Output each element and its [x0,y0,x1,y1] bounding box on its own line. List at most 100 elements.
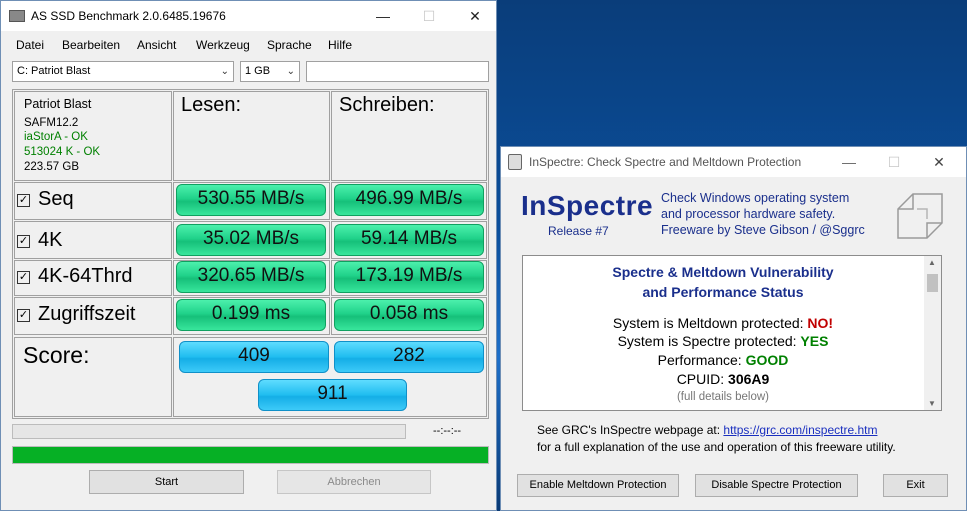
description-line-1: Check Windows operating system [661,191,850,205]
window-title: AS SSD Benchmark 2.0.6485.19676 [31,9,226,23]
menu-werkzeug[interactable]: Werkzeug [196,38,250,52]
checkbox-checked-icon[interactable]: ✓ [17,235,30,248]
footer-line-1: See GRC's InSpectre webpage at: https://… [537,423,877,437]
drive-driver: iaStorA - OK [24,131,88,143]
minimize-button[interactable]: — [360,1,406,31]
cpuid-line: CPUID: 306A9 [523,371,923,387]
checkbox-checked-icon[interactable]: ✓ [17,309,30,322]
score-label: Score: [23,342,90,368]
4k-checkbox-row[interactable]: ✓ 4K [17,229,62,252]
description-line-3: Freeware by Steve Gibson / @Sggrc [661,223,865,237]
spectre-value: YES [800,333,829,349]
access-write-result: 0.058 ms [334,299,484,331]
maximize-button[interactable]: ☐ [871,147,917,177]
size-select[interactable]: 1 GB ⌄ [240,61,300,82]
checkbox-checked-icon[interactable]: ✓ [17,271,30,284]
menu-datei[interactable]: Datei [16,38,44,52]
cpuid-value: 306A9 [728,371,770,387]
disable-spectre-button[interactable]: Disable Spectre Protection [695,474,858,497]
scroll-down-icon[interactable]: ▼ [928,399,936,408]
size-select-value: 1 GB [245,65,271,77]
inspectre-window: InSpectre: Check Spectre and Meltdown Pr… [500,146,967,511]
menu-hilfe[interactable]: Hilfe [328,38,352,52]
inspectre-title: InSpectre: Check Spectre and Meltdown Pr… [529,155,802,169]
cpuid-label: CPUID: [676,371,725,387]
row-label: Zugriffszeit [38,303,136,325]
scrollbar-thumb[interactable] [927,274,938,292]
as-ssd-titlebar: AS SSD Benchmark 2.0.6485.19676 — ☐ ✕ [1,1,496,31]
write-header-cell: Schreiben: [331,91,487,181]
exit-button[interactable]: Exit [883,474,948,497]
close-button[interactable]: ✕ [452,1,498,31]
chevron-down-icon: ⌄ [220,66,229,77]
4k-read-result: 35.02 MB/s [176,224,326,256]
checkbox-checked-icon[interactable]: ✓ [17,194,30,207]
access-checkbox-row[interactable]: ✓ Zugriffszeit [17,303,135,326]
as-ssd-window: AS SSD Benchmark 2.0.6485.19676 — ☐ ✕ Da… [0,0,497,511]
chevron-down-icon: ⌄ [286,66,295,77]
score-write: 282 [334,341,484,373]
drive-info-cell: Patriot Blast SAFM12.2 iaStorA - OK 5130… [14,91,172,181]
status-heading-2: and Performance Status [642,284,804,300]
panel-scrollbar[interactable]: ▲ ▼ [924,256,941,410]
grc-link[interactable]: https://grc.com/inspectre.htm [723,423,877,437]
menu-ansicht[interactable]: Ansicht [137,38,176,52]
footer-prefix: See GRC's InSpectre webpage at: [537,423,721,437]
extra-input[interactable] [306,61,489,82]
release-label: Release #7 [548,224,609,238]
read-column-header: Lesen: [181,94,242,116]
meltdown-label: System is Meltdown protected: [612,315,804,331]
maximize-button[interactable]: ☐ [406,1,452,31]
drive-firmware: SAFM12.2 [24,117,79,129]
write-column-header: Schreiben: [339,94,435,116]
4k64-write-result: 173.19 MB/s [334,261,484,293]
inspectre-logo: InSpectre [521,190,654,221]
inspectre-app-icon [508,154,522,170]
abort-button[interactable]: Abbrechen [277,470,431,494]
seq-checkbox-row[interactable]: ✓ Seq [17,188,74,211]
drive-select[interactable]: C: Patriot Blast ⌄ [12,61,234,82]
seq-write-result: 496.99 MB/s [334,184,484,216]
status-panel: Spectre & Meltdown Vulnerability and Per… [522,255,942,411]
sub-progress-bar [12,424,406,439]
row-label: 4K [38,229,63,251]
performance-status-line: Performance: GOOD [523,352,923,368]
spectre-label: System is Spectre protected: [617,333,797,349]
meltdown-status-line: System is Meltdown protected: NO! [523,315,923,331]
inspectre-titlebar: InSpectre: Check Spectre and Meltdown Pr… [501,147,966,177]
app-icon [9,10,25,22]
start-button[interactable]: Start [89,470,244,494]
drive-select-value: C: Patriot Blast [17,65,91,77]
description-line-2: and processor hardware safety. [661,207,836,221]
performance-label: Performance: [657,352,742,368]
enable-meltdown-button[interactable]: Enable Meltdown Protection [517,474,679,497]
row-label: 4K-64Thrd [38,265,133,287]
score-total: 911 [258,379,407,411]
progress-fill [13,447,488,463]
4k64-checkbox-row[interactable]: ✓ 4K-64Thrd [17,265,133,288]
4k-write-result: 59.14 MB/s [334,224,484,256]
footer-line-2: for a full explanation of the use and op… [537,440,896,454]
score-label-cell: Score: [14,337,172,417]
row-label: Seq [38,188,74,210]
main-progress-bar [12,446,489,464]
minimize-button[interactable]: — [826,147,872,177]
seq-read-result: 530.55 MB/s [176,184,326,216]
details-hint: (full details below) [676,391,770,403]
scroll-up-icon[interactable]: ▲ [928,258,936,267]
grc-logo-icon [897,193,943,239]
read-header-cell: Lesen: [173,91,330,181]
status-heading-1: Spectre & Meltdown Vulnerability [612,264,834,280]
time-display: --:--:-- [433,425,462,437]
drive-name: Patriot Blast [24,97,92,111]
score-read: 409 [179,341,329,373]
performance-value: GOOD [745,352,789,368]
menu-sprache[interactable]: Sprache [267,38,312,52]
spectre-status-line: System is Spectre protected: YES [523,333,923,349]
drive-alignment: 513024 K - OK [24,146,101,158]
meltdown-value: NO! [807,315,834,331]
access-read-result: 0.199 ms [176,299,326,331]
close-button[interactable]: ✕ [916,147,962,177]
menu-bearbeiten[interactable]: Bearbeiten [62,38,120,52]
menu-bar: Datei Bearbeiten Ansicht Werkzeug Sprach… [1,35,496,55]
